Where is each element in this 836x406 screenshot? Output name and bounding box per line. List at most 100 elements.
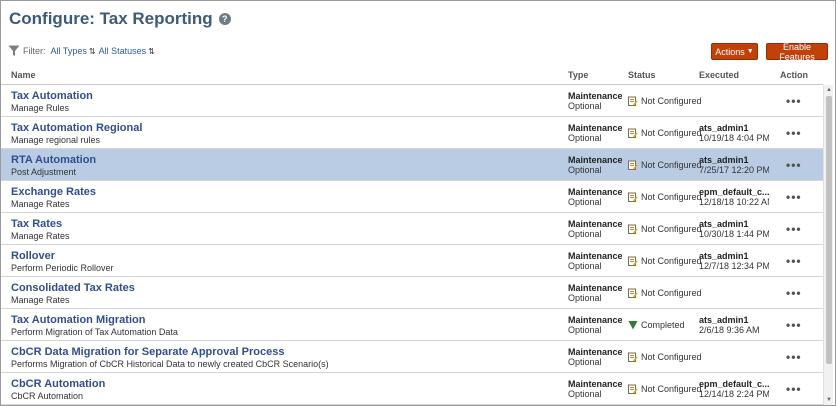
status-badge: Not Configured (628, 288, 702, 298)
executed-user: ats_admin1 (699, 219, 749, 229)
feature-title-link[interactable]: Tax Automation (11, 90, 93, 103)
type-label: Maintenance (568, 123, 623, 133)
type-label: Maintenance (568, 187, 623, 197)
feature-title-link[interactable]: Rollover (11, 250, 114, 263)
row-name-cell: RTA Automation Post Adjustment (11, 154, 96, 178)
executed-date: 10/19/18 4:04 PM (699, 133, 769, 143)
vertical-scrollbar[interactable]: ▲ ▼ (823, 85, 833, 405)
more-icon[interactable]: ••• (786, 350, 802, 364)
sort-icon[interactable]: ⇅ (148, 47, 155, 56)
scroll-down-arrow-icon[interactable]: ▼ (825, 396, 833, 404)
table-row[interactable]: RTA Automation Post Adjustment Maintenance… (1, 149, 823, 181)
table-row[interactable]: Exchange Rates Manage Rates Maintenance Opt… (1, 181, 823, 213)
executed-date: 12/7/18 12:34 PM (699, 261, 769, 271)
column-header-executed[interactable]: Executed (699, 70, 739, 80)
column-header-name[interactable]: Name (11, 70, 36, 80)
status-badge: Not Configured (628, 128, 702, 138)
status-text: Not Configured (641, 352, 702, 362)
more-icon[interactable]: ••• (786, 190, 802, 204)
type-label: Maintenance (568, 155, 623, 165)
status-badge: Not Configured (628, 96, 702, 106)
status-badge: Not Configured (628, 160, 702, 170)
more-icon[interactable]: ••• (786, 254, 802, 268)
feature-title-link[interactable]: Consolidated Tax Rates (11, 282, 135, 295)
row-type-cell: Maintenance Optional (568, 155, 623, 175)
feature-description: Manage Rates (11, 231, 70, 241)
page-title: Configure: Tax Reporting (9, 9, 213, 28)
feature-table-body: Tax Automation Manage Rules Maintenance Opt… (1, 85, 823, 405)
row-type-cell: Maintenance Optional (568, 91, 623, 111)
optional-label: Optional (568, 325, 602, 335)
row-executed-cell: ats_admin1 10/30/18 1:44 PM (699, 219, 769, 239)
executed-user: epm_default_c... (699, 379, 769, 389)
actions-button[interactable]: Actions ▼ (711, 43, 758, 60)
notepad-icon (628, 352, 638, 362)
optional-label: Optional (568, 261, 602, 271)
scroll-up-arrow-icon[interactable]: ▲ (825, 86, 833, 94)
more-icon[interactable]: ••• (786, 382, 802, 396)
feature-title-link[interactable]: Tax Rates (11, 218, 70, 231)
caret-down-icon: ▼ (746, 48, 754, 55)
row-type-cell: Maintenance Optional (568, 251, 623, 271)
enable-features-button[interactable]: Enable Features (766, 41, 828, 62)
more-icon[interactable]: ••• (786, 222, 802, 236)
more-icon[interactable]: ••• (786, 158, 802, 172)
feature-description: Manage regional rules (11, 135, 101, 145)
feature-title-link[interactable]: Tax Automation Regional (11, 122, 142, 135)
notepad-icon (628, 160, 638, 170)
status-badge: Not Configured (628, 384, 702, 394)
table-row[interactable]: Tax Automation Migration Perform Migratio… (1, 309, 823, 341)
feature-title-link[interactable]: RTA Automation (11, 154, 96, 167)
more-icon[interactable]: ••• (786, 94, 802, 108)
sort-icon[interactable]: ⇅ (89, 47, 96, 56)
funnel-icon[interactable] (8, 45, 20, 57)
notepad-icon (628, 192, 638, 202)
status-text: Not Configured (641, 288, 702, 298)
more-icon[interactable]: ••• (786, 126, 802, 140)
row-type-cell: Maintenance Optional (568, 187, 623, 207)
executed-date: 2/6/18 9:36 AM (699, 325, 760, 335)
status-text: Not Configured (641, 192, 702, 202)
optional-label: Optional (568, 165, 602, 175)
executed-date: 10/30/18 1:44 PM (699, 229, 769, 239)
column-header-status[interactable]: Status (628, 70, 656, 80)
table-row[interactable]: Tax Rates Manage Rates Maintenance Optional… (1, 213, 823, 245)
feature-description: Manage Rules (11, 103, 70, 113)
table-row[interactable]: Tax Automation Manage Rules Maintenance Opt… (1, 85, 823, 117)
row-name-cell: CbCR Automation CbCR Automation (11, 378, 105, 402)
scroll-thumb[interactable] (826, 96, 832, 364)
row-name-cell: Tax Automation Migration Perform Migratio… (11, 314, 178, 338)
type-label: Maintenance (568, 347, 623, 357)
filter-all-types[interactable]: All Types (51, 46, 87, 56)
optional-label: Optional (568, 197, 602, 207)
feature-title-link[interactable]: Exchange Rates (11, 186, 96, 199)
feature-title-link[interactable]: CbCR Data Migration for Separate Approva… (11, 346, 329, 359)
executed-user: ats_admin1 (699, 155, 749, 165)
more-icon[interactable]: ••• (786, 318, 802, 332)
table-row[interactable]: CbCR Data Migration for Separate Approva… (1, 341, 823, 373)
row-type-cell: Maintenance Optional (568, 123, 623, 143)
row-name-cell: Tax Rates Manage Rates (11, 218, 70, 242)
table-header: Name Type Status Executed Action (1, 67, 823, 85)
help-icon[interactable]: ? (218, 13, 231, 25)
table-row[interactable]: Tax Automation Regional Manage regional r… (1, 117, 823, 149)
table-row[interactable]: CbCR Automation CbCR Automation Maintenanc… (1, 373, 823, 405)
executed-user: ats_admin1 (699, 315, 749, 325)
more-icon[interactable]: ••• (786, 286, 802, 300)
status-text: Not Configured (641, 128, 702, 138)
table-row[interactable]: Rollover Perform Periodic Rollover Mainten… (1, 245, 823, 277)
status-badge: Not Configured (628, 192, 702, 202)
table-row[interactable]: Consolidated Tax Rates Manage Rates Mainte… (1, 277, 823, 309)
enable-features-label: Enable Features (779, 41, 815, 62)
executed-user: epm_default_c... (699, 187, 769, 197)
row-type-cell: Maintenance Optional (568, 219, 623, 239)
column-header-type[interactable]: Type (568, 70, 588, 80)
feature-title-link[interactable]: Tax Automation Migration (11, 314, 178, 327)
row-name-cell: Consolidated Tax Rates Manage Rates (11, 282, 135, 306)
feature-description: CbCR Automation (11, 391, 84, 401)
feature-description: Post Adjustment (11, 167, 77, 177)
type-label: Maintenance (568, 91, 623, 101)
notepad-icon (628, 96, 638, 106)
feature-title-link[interactable]: CbCR Automation (11, 378, 105, 391)
filter-all-statuses[interactable]: All Statuses (99, 46, 147, 56)
